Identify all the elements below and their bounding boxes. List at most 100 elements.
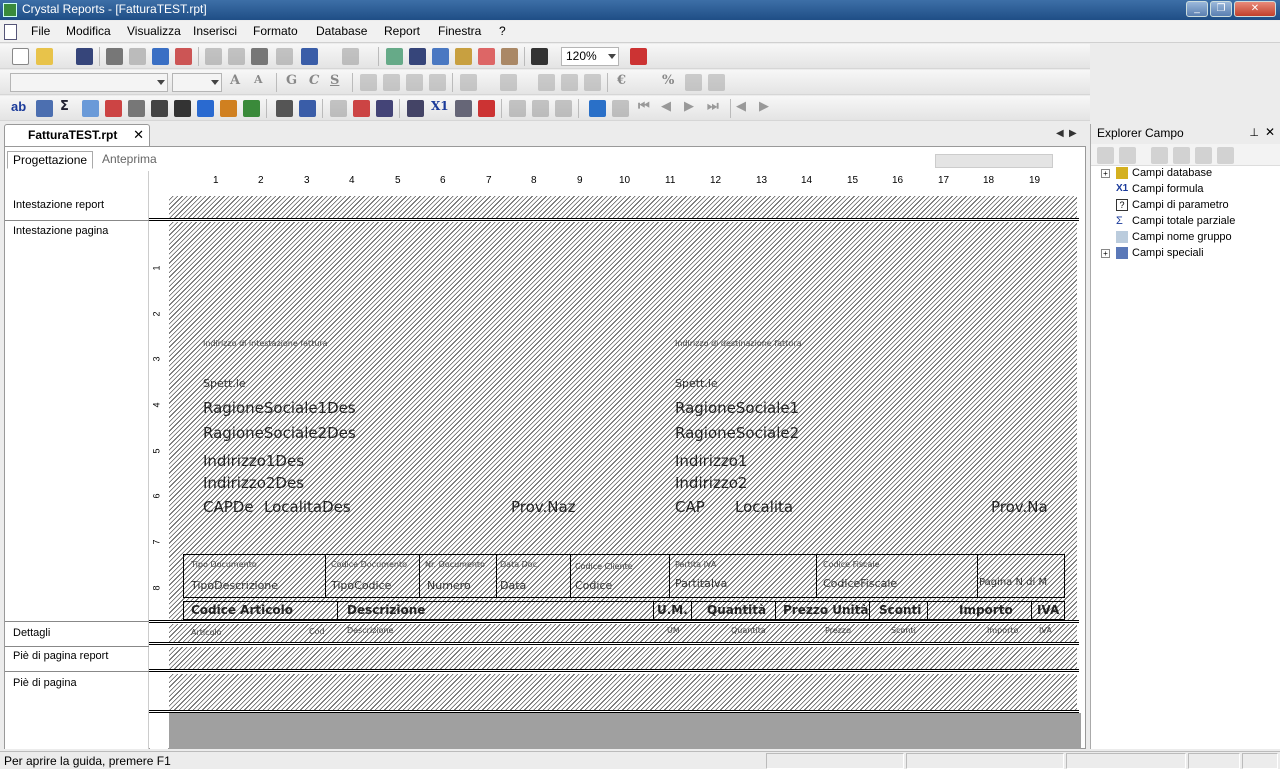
- menu-database[interactable]: Database: [316, 24, 367, 38]
- detail-descrizione[interactable]: Descrizione: [347, 626, 393, 635]
- tree-item-campi-totale-parziale[interactable]: Σ Campi totale parziale: [1116, 215, 1235, 227]
- align-left-icon[interactable]: [360, 74, 377, 91]
- label-codice-fiscale[interactable]: Codice Fiscale: [823, 560, 880, 569]
- browse-icon[interactable]: [1119, 147, 1136, 164]
- field-numero[interactable]: Numero: [427, 579, 471, 592]
- field-indirizzo-2-des[interactable]: Indirizzo2Des: [203, 474, 304, 492]
- label-codice-cliente[interactable]: Codice Cliente: [575, 562, 633, 571]
- restore-button[interactable]: ❐: [1210, 1, 1232, 17]
- tab-scroll-left-icon[interactable]: ◀: [1056, 128, 1064, 139]
- detail-importo[interactable]: Importo: [987, 626, 1018, 635]
- field-cap-des[interactable]: CAPDe: [203, 498, 254, 516]
- field-data[interactable]: Data: [500, 579, 526, 592]
- insert-subreport-icon[interactable]: [128, 100, 145, 117]
- percent-icon[interactable]: %: [662, 73, 674, 88]
- stop-icon[interactable]: [478, 100, 495, 117]
- check-dependencies-icon[interactable]: [353, 100, 370, 117]
- redo-icon[interactable]: [342, 48, 359, 65]
- spett-left-label[interactable]: Spett.le: [203, 377, 246, 390]
- cut-icon[interactable]: [205, 48, 222, 65]
- rename-field-icon[interactable]: [1195, 147, 1212, 164]
- report-canvas[interactable]: Indirizzo di intestazione fattura Indiri…: [149, 191, 1081, 745]
- increase-font-icon[interactable]: A: [230, 73, 240, 88]
- field-prov-na[interactable]: Prov.Na: [991, 498, 1048, 516]
- header-um[interactable]: U.M.: [657, 603, 688, 617]
- repository-update-icon[interactable]: [532, 100, 549, 117]
- currency-icon[interactable]: €: [617, 73, 626, 88]
- section-page-header[interactable]: Intestazione pagina: [13, 225, 108, 237]
- header-importo[interactable]: Importo: [959, 603, 1013, 617]
- menu-modifica[interactable]: Modifica: [66, 24, 111, 38]
- section-report-footer[interactable]: Piè di pagina report: [13, 650, 108, 662]
- field-tipo-descrizione[interactable]: TipoDescrizione: [191, 579, 278, 592]
- menu-finestra[interactable]: Finestra: [438, 24, 481, 38]
- insert-chart-icon[interactable]: [220, 100, 237, 117]
- template-icon[interactable]: [330, 100, 347, 117]
- menu-report[interactable]: Report: [384, 24, 420, 38]
- detail-iva[interactable]: IVA: [1039, 626, 1052, 635]
- detail-sconti[interactable]: Sconti: [891, 626, 916, 635]
- group-expert-icon[interactable]: [386, 48, 403, 65]
- font-size-select[interactable]: [172, 73, 222, 92]
- tooltip-icon[interactable]: [455, 100, 472, 117]
- decimal-icon[interactable]: [685, 74, 702, 91]
- decimal-dec-icon[interactable]: [708, 74, 725, 91]
- tab-fatturatest[interactable]: FatturaTEST.rpt ✕: [4, 124, 150, 146]
- insert-crosstab-icon[interactable]: [82, 100, 99, 117]
- field-ragione-sociale-2-des[interactable]: RagioneSociale2Des: [203, 424, 356, 442]
- band-page-footer[interactable]: [169, 674, 1077, 710]
- field-partita-iva[interactable]: PartitaIva: [675, 577, 727, 590]
- formula-icon[interactable]: X1: [431, 99, 449, 113]
- tree-item-campi-speciali[interactable]: + Campi speciali: [1101, 247, 1204, 260]
- delete-field-icon[interactable]: [1217, 147, 1234, 164]
- field-ragione-sociale-1[interactable]: RagioneSociale1: [675, 399, 799, 417]
- insert-picture-icon[interactable]: [197, 100, 214, 117]
- band-details[interactable]: [169, 624, 1077, 642]
- tab-anteprima[interactable]: Anteprima: [97, 151, 162, 169]
- format-painter-icon[interactable]: [276, 48, 293, 65]
- underline-icon[interactable]: S: [330, 73, 339, 88]
- edit-field-icon[interactable]: [1173, 147, 1190, 164]
- lock-size-icon[interactable]: [584, 74, 601, 91]
- header-descrizione[interactable]: Descrizione: [347, 603, 425, 617]
- select-expert-icon[interactable]: [432, 48, 449, 65]
- detail-um[interactable]: UM: [667, 626, 680, 635]
- paste-icon[interactable]: [251, 48, 268, 65]
- document-icon[interactable]: [4, 24, 17, 40]
- header-codice-articolo[interactable]: Codice Articolo: [191, 603, 293, 617]
- menu-inserisci[interactable]: Inserisci: [193, 24, 237, 38]
- field-prov-naz-des[interactable]: Prov.Naz: [511, 498, 576, 516]
- field-codice[interactable]: Codice: [575, 579, 612, 592]
- menu-file[interactable]: File: [31, 24, 50, 38]
- close-window-button[interactable]: ✕: [1234, 1, 1276, 17]
- insert-group-icon[interactable]: [36, 100, 53, 117]
- field-ragione-sociale-1-des[interactable]: RagioneSociale1Des: [203, 399, 356, 417]
- italic-icon[interactable]: C: [309, 73, 319, 88]
- insert-section-icon[interactable]: [299, 100, 316, 117]
- field-indirizzo-1[interactable]: Indirizzo1: [675, 452, 747, 470]
- back-icon[interactable]: ◀: [736, 99, 746, 114]
- forward-icon[interactable]: ▶: [759, 99, 769, 114]
- align-right-icon[interactable]: [406, 74, 423, 91]
- undo-icon[interactable]: [301, 48, 318, 65]
- insert-map-icon[interactable]: [243, 100, 260, 117]
- header-sconti[interactable]: Sconti: [879, 603, 921, 617]
- print-icon[interactable]: [106, 48, 123, 65]
- close-panel-icon[interactable]: ✕: [1265, 125, 1275, 139]
- detail-cod[interactable]: Cod: [309, 627, 325, 636]
- prev-page-icon[interactable]: ◀: [661, 99, 671, 114]
- detail-quantita[interactable]: Quantita: [731, 626, 766, 635]
- shipping-address-caption[interactable]: Indirizzo di destinazione fattura: [675, 339, 802, 348]
- hyperlink-icon[interactable]: [407, 100, 424, 117]
- find-icon[interactable]: [531, 48, 548, 65]
- field-codice-fiscale[interactable]: CodiceFiscale: [823, 577, 897, 590]
- save-icon[interactable]: [76, 48, 93, 65]
- insert-olap-icon[interactable]: [105, 100, 122, 117]
- tab-scroll-right-icon[interactable]: ▶: [1069, 128, 1077, 139]
- decrease-font-icon[interactable]: A: [254, 73, 263, 86]
- tree-item-campi-parametro[interactable]: ? Campi di parametro: [1116, 199, 1229, 212]
- pin-icon[interactable]: ⊥: [1249, 126, 1259, 139]
- minimize-button[interactable]: _: [1186, 1, 1208, 17]
- field-ragione-sociale-2[interactable]: RagioneSociale2: [675, 424, 799, 442]
- border-icon[interactable]: [500, 74, 517, 91]
